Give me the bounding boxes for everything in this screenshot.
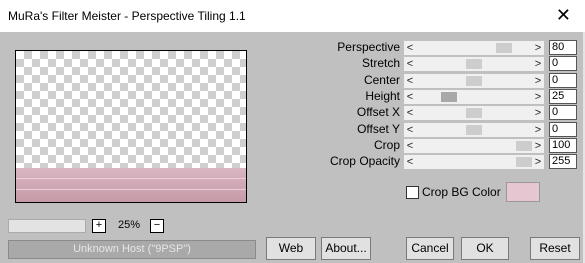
preview-floor bbox=[16, 168, 246, 202]
slider-thumb[interactable] bbox=[466, 108, 482, 118]
param-label: Perspective bbox=[337, 40, 400, 54]
about-button[interactable]: About... bbox=[321, 237, 371, 260]
param-value-field[interactable]: 255 bbox=[549, 154, 577, 169]
param-value-field[interactable]: 0 bbox=[549, 56, 577, 71]
crop-bg-label: Crop BG Color bbox=[422, 185, 501, 199]
chevron-left-icon[interactable]: < bbox=[404, 90, 416, 104]
ok-button[interactable]: OK bbox=[461, 237, 509, 260]
param-slider[interactable]: < > bbox=[404, 139, 544, 153]
zoom-level: 25% bbox=[118, 219, 141, 231]
param-slider[interactable]: < > bbox=[404, 106, 544, 120]
crop-bg-color-swatch[interactable] bbox=[506, 182, 540, 202]
slider-thumb[interactable] bbox=[466, 59, 482, 69]
host-status: Unknown Host ("9PSP") bbox=[8, 240, 256, 259]
param-label: Height bbox=[365, 89, 400, 103]
floor-line bbox=[16, 189, 246, 190]
zoom-out-button[interactable]: − bbox=[150, 219, 164, 233]
slider-thumb[interactable] bbox=[516, 157, 532, 167]
zoom-in-button[interactable]: + bbox=[92, 219, 106, 233]
chevron-left-icon[interactable]: < bbox=[404, 139, 416, 153]
chevron-right-icon[interactable]: > bbox=[532, 123, 544, 137]
param-label: Crop Opacity bbox=[329, 154, 400, 168]
param-value-field[interactable]: 25 bbox=[549, 89, 577, 104]
param-value-field[interactable]: 0 bbox=[549, 105, 577, 120]
chevron-left-icon[interactable]: < bbox=[404, 155, 416, 169]
chevron-left-icon[interactable]: < bbox=[404, 74, 416, 88]
reset-button[interactable]: Reset bbox=[530, 237, 580, 260]
chevron-left-icon[interactable]: < bbox=[404, 123, 416, 137]
param-label: Center bbox=[363, 73, 400, 87]
title-bar: MuRa's Filter Meister - Perspective Tili… bbox=[0, 0, 585, 32]
param-slider[interactable]: < > bbox=[404, 123, 544, 137]
preview-area bbox=[15, 50, 247, 203]
zoom-field bbox=[8, 219, 86, 233]
chevron-left-icon[interactable]: < bbox=[404, 57, 416, 71]
param-value-field[interactable]: 0 bbox=[549, 122, 577, 137]
close-icon[interactable]: ✕ bbox=[556, 4, 571, 26]
chevron-right-icon[interactable]: > bbox=[532, 41, 544, 55]
param-value-field[interactable]: 80 bbox=[549, 40, 577, 55]
param-label: Offset X bbox=[356, 105, 400, 119]
slider-thumb[interactable] bbox=[516, 141, 532, 151]
chevron-left-icon[interactable]: < bbox=[404, 41, 416, 55]
param-label: Stretch bbox=[361, 56, 400, 70]
window-title: MuRa's Filter Meister - Perspective Tili… bbox=[8, 9, 246, 23]
param-value-field[interactable]: 0 bbox=[549, 73, 577, 88]
param-slider[interactable]: < > bbox=[404, 155, 544, 169]
crop-bg-checkbox[interactable] bbox=[406, 186, 419, 199]
param-label: Crop bbox=[373, 138, 400, 152]
chevron-right-icon[interactable]: > bbox=[532, 106, 544, 120]
web-button[interactable]: Web bbox=[266, 237, 316, 260]
param-value-field[interactable]: 100 bbox=[549, 138, 577, 153]
floor-line bbox=[16, 178, 246, 179]
chevron-right-icon[interactable]: > bbox=[532, 57, 544, 71]
param-slider[interactable]: < > bbox=[404, 90, 544, 104]
cancel-button[interactable]: Cancel bbox=[406, 237, 454, 260]
slider-thumb[interactable] bbox=[466, 76, 482, 86]
param-slider[interactable]: < > bbox=[404, 57, 544, 71]
param-slider[interactable]: < > bbox=[404, 41, 544, 55]
chevron-right-icon[interactable]: > bbox=[532, 90, 544, 104]
param-slider[interactable]: < > bbox=[404, 74, 544, 88]
chevron-left-icon[interactable]: < bbox=[404, 106, 416, 120]
param-label: Offset Y bbox=[357, 122, 400, 136]
slider-thumb[interactable] bbox=[466, 125, 482, 135]
slider-thumb[interactable] bbox=[441, 92, 457, 102]
slider-thumb[interactable] bbox=[496, 43, 512, 53]
chevron-right-icon[interactable]: > bbox=[532, 74, 544, 88]
chevron-right-icon[interactable]: > bbox=[532, 155, 544, 169]
filter-dialog: MuRa's Filter Meister - Perspective Tili… bbox=[0, 0, 585, 263]
chevron-right-icon[interactable]: > bbox=[532, 139, 544, 153]
